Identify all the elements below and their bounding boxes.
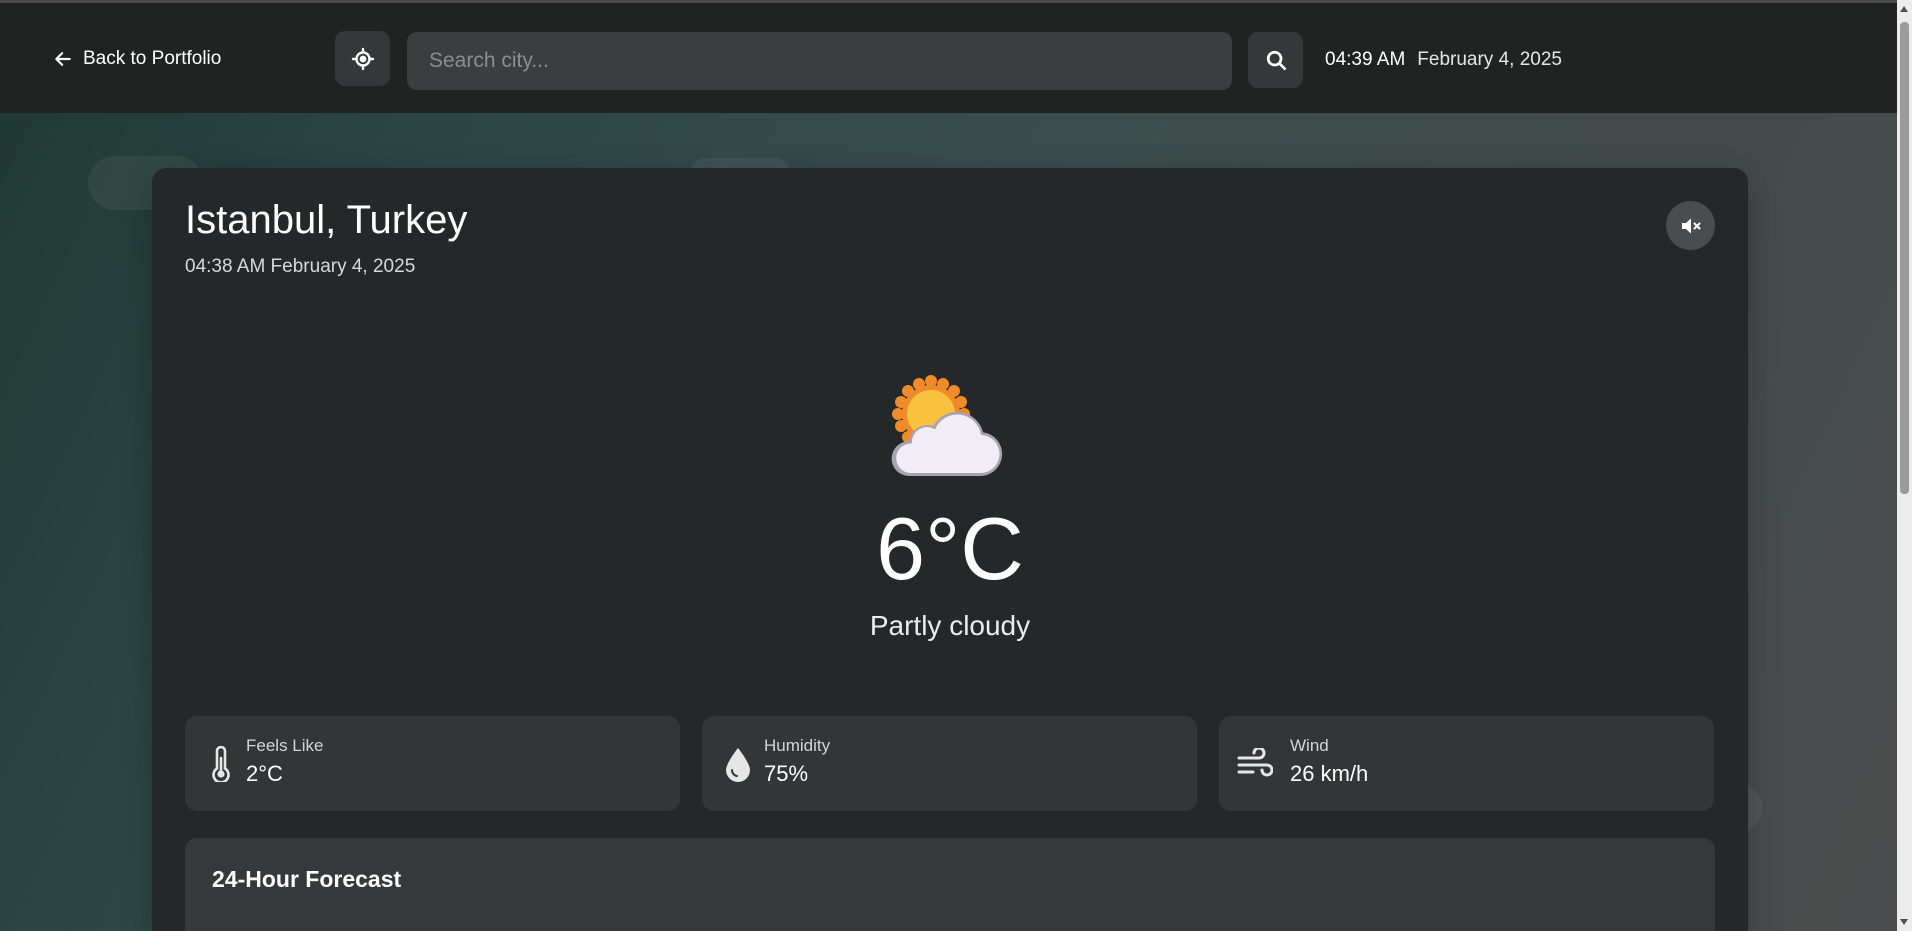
temperature-value: 6°C (876, 499, 1024, 598)
search-button[interactable] (1248, 32, 1303, 88)
scroll-down-arrow[interactable] (1900, 919, 1908, 925)
mute-button[interactable] (1666, 201, 1715, 250)
page-scrollbar[interactable] (1897, 0, 1912, 931)
city-search-input[interactable] (407, 32, 1232, 90)
top-bar: Back to Portfolio 04:39 AM February 4, 2… (0, 0, 1897, 113)
weather-app: Back to Portfolio 04:39 AM February 4, 2… (0, 0, 1912, 931)
wind-value: 26 km/h (1290, 761, 1369, 786)
locate-button[interactable] (335, 31, 390, 86)
search-icon (1266, 50, 1286, 71)
forecast-title: 24-Hour Forecast (212, 866, 402, 892)
current-weather-card: Istanbul, Turkey 04:38 AM February 4, 20… (152, 168, 1748, 931)
back-link-label: Back to Portfolio (83, 48, 222, 69)
partly-cloudy-icon (891, 375, 1003, 476)
humidity-label: Humidity (764, 736, 831, 755)
thermometer-icon (203, 744, 239, 784)
arrow-left-icon (55, 52, 71, 66)
droplet-icon (720, 744, 756, 784)
back-to-portfolio-link[interactable]: Back to Portfolio (53, 48, 221, 70)
volume-mute-icon (1681, 218, 1700, 233)
hourly-forecast-panel: 24-Hour Forecast (185, 838, 1715, 931)
scroll-up-arrow[interactable] (1900, 6, 1908, 12)
wind-icon (1237, 744, 1273, 784)
header-date: February 4, 2025 (1417, 49, 1562, 70)
crosshair-icon (351, 47, 374, 70)
header-time: 04:39 AM (1325, 49, 1406, 70)
humidity-card: Humidity 75% (702, 716, 1197, 811)
weather-condition: Partly cloudy (869, 610, 1031, 641)
location-title: Istanbul, Turkey (185, 198, 468, 242)
feels-like-value: 2°C (246, 761, 283, 786)
location-datetime: 04:38 AM February 4, 2025 (185, 256, 416, 277)
wind-label: Wind (1290, 736, 1329, 755)
wind-card: Wind 26 km/h (1219, 716, 1714, 811)
humidity-value: 75% (764, 761, 809, 786)
scrollbar-thumb[interactable] (1900, 22, 1909, 494)
feels-like-label: Feels Like (246, 736, 324, 755)
feels-like-card: Feels Like 2°C (185, 716, 680, 811)
header-clock: 04:39 AM February 4, 2025 (1325, 49, 1562, 71)
